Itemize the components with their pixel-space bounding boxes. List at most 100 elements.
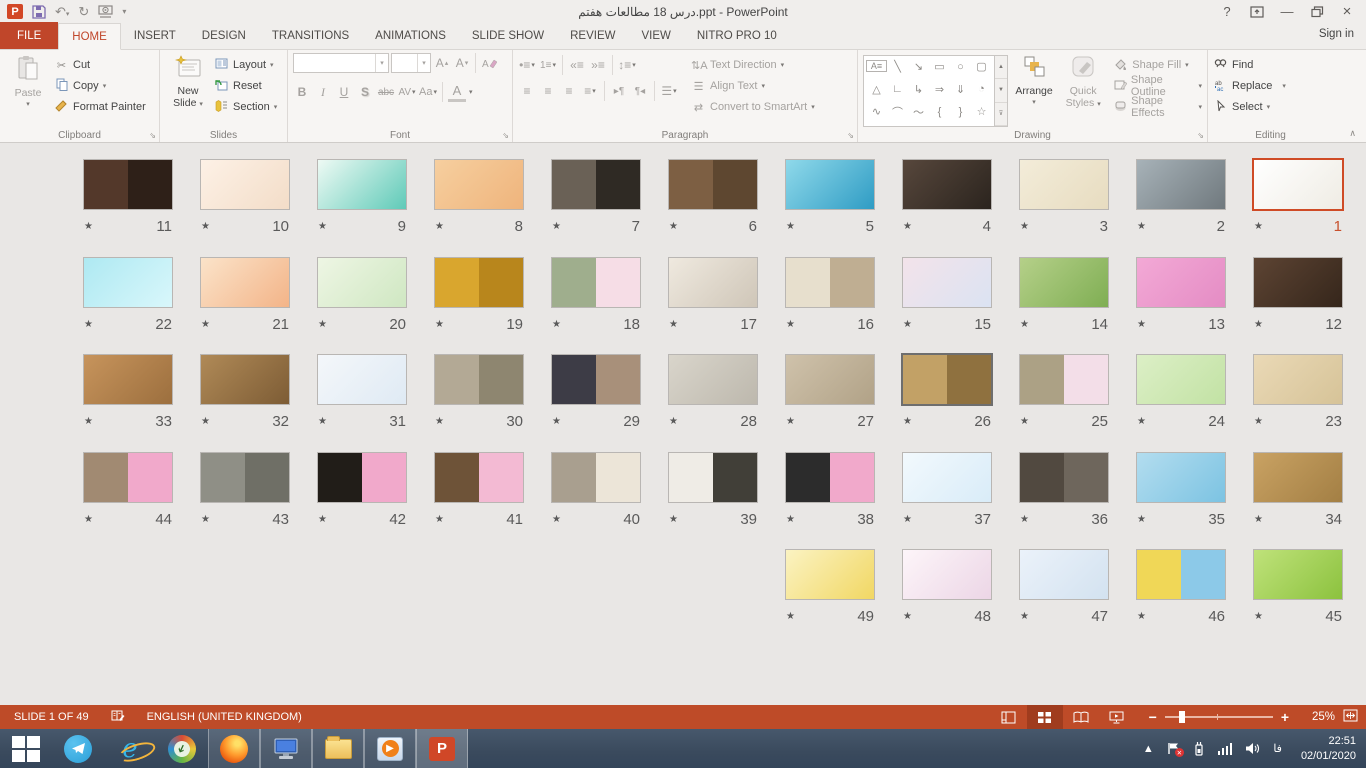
animation-star-icon[interactable]: ★ — [1020, 611, 1029, 622]
animation-star-icon[interactable]: ★ — [84, 221, 93, 232]
slide-thumbnail-2-stone-arch-ruins[interactable] — [1137, 160, 1225, 209]
animation-star-icon[interactable]: ★ — [1254, 514, 1263, 525]
animation-star-icon[interactable]: ★ — [903, 416, 912, 427]
animation-star-icon[interactable]: ★ — [318, 416, 327, 427]
slide-thumbnail-38-falcon-statue-pink[interactable] — [786, 453, 874, 502]
file-explorer-icon[interactable] — [312, 729, 364, 768]
font-size-combobox[interactable]: ▾ — [391, 53, 431, 73]
right-arrow-shape-icon[interactable]: ⇒ — [929, 80, 950, 99]
animation-star-icon[interactable]: ★ — [435, 514, 444, 525]
animation-star-icon[interactable]: ★ — [1020, 514, 1029, 525]
animation-star-icon[interactable]: ★ — [201, 416, 210, 427]
animation-star-icon[interactable]: ★ — [552, 221, 561, 232]
slide-sorter-view-button[interactable] — [1027, 705, 1063, 729]
format-painter-button[interactable]: Format Painter — [54, 98, 146, 116]
slide-thumbnail-20-mint-clay-tablets[interactable] — [318, 258, 406, 307]
action-center-flag-icon[interactable]: ✕ — [1167, 742, 1180, 755]
clear-formatting-button[interactable]: A — [480, 54, 498, 73]
slide-thumbnail-7-statue-photos-dark[interactable] — [552, 160, 640, 209]
animation-star-icon[interactable]: ★ — [318, 221, 327, 232]
slide-thumbnail-49-yellow-flowers-end[interactable] — [786, 550, 874, 599]
animation-star-icon[interactable]: ★ — [1020, 416, 1029, 427]
slide-thumbnail-46-middle-east-map[interactable] — [1137, 550, 1225, 599]
animation-star-icon[interactable]: ★ — [201, 319, 210, 330]
cut-button[interactable]: ✂ Cut — [54, 56, 146, 74]
bold-button[interactable]: B — [293, 83, 311, 102]
replace-button[interactable]: abac Replace ▾ — [1213, 77, 1286, 95]
animation-star-icon[interactable]: ★ — [669, 514, 678, 525]
slide-thumbnail-10-pastel-ovals-diagram[interactable] — [201, 160, 289, 209]
drawing-dialog-launcher[interactable]: ⇘ — [1197, 131, 1204, 140]
power-icon[interactable] — [1193, 742, 1205, 756]
language-indicator[interactable]: فا — [1273, 742, 1282, 755]
pie-shape-icon[interactable]: ◔ — [971, 80, 992, 99]
animation-star-icon[interactable]: ★ — [1254, 319, 1263, 330]
font-name-combobox[interactable]: ▾ — [293, 53, 389, 73]
slide-thumbnail-16-sand-artifact-photo[interactable] — [786, 258, 874, 307]
slide-thumbnail-40-mold-and-bronze-tool[interactable] — [552, 453, 640, 502]
animation-star-icon[interactable]: ★ — [786, 319, 795, 330]
start-slideshow-icon[interactable] — [98, 5, 113, 19]
italic-button[interactable]: I — [314, 83, 332, 102]
zoom-percentage[interactable]: 25% — [1297, 711, 1335, 723]
media-player-icon[interactable]: ▶ — [364, 729, 416, 768]
text-shadow-button[interactable]: S — [356, 83, 374, 102]
animation-star-icon[interactable]: ★ — [669, 221, 678, 232]
font-dialog-launcher[interactable]: ⇘ — [502, 131, 509, 140]
animation-star-icon[interactable]: ★ — [1254, 221, 1263, 232]
right-brace-shape-icon[interactable]: } — [950, 102, 971, 121]
curve-shape-icon[interactable]: ～ — [908, 102, 929, 121]
animation-star-icon[interactable]: ★ — [435, 221, 444, 232]
align-right-button[interactable]: ≡ — [560, 82, 578, 101]
clipboard-dialog-launcher[interactable]: ⇘ — [149, 131, 156, 140]
decrease-font-size-button[interactable]: A▾ — [453, 54, 471, 73]
slide-thumbnail-32-ziggurat-building[interactable] — [201, 355, 289, 404]
slide-thumbnail-42-dark-tablet-pink[interactable] — [318, 453, 406, 502]
increase-font-size-button[interactable]: A▴ — [433, 54, 451, 73]
right-to-left-button[interactable]: ¶◂ — [631, 82, 649, 101]
restore-button[interactable] — [1304, 2, 1330, 21]
animation-star-icon[interactable]: ★ — [903, 319, 912, 330]
animation-star-icon[interactable]: ★ — [84, 319, 93, 330]
animation-star-icon[interactable]: ★ — [552, 514, 561, 525]
text-box-shape-icon[interactable]: A≡ — [866, 60, 887, 72]
slide-thumbnail-1-flower-bouquet-title[interactable] — [1254, 160, 1342, 209]
slide-thumbnail-23-tan-thought-clouds[interactable] — [1254, 355, 1342, 404]
left-to-right-button[interactable]: ▸¶ — [610, 82, 628, 101]
tab-home[interactable]: HOME — [58, 23, 121, 50]
numbering-button[interactable]: 1≡▾ — [539, 56, 557, 75]
animation-star-icon[interactable]: ★ — [1137, 514, 1146, 525]
slide-thumbnail-12-dark-rock-carvings[interactable] — [1254, 258, 1342, 307]
decrease-indent-button[interactable]: «≡ — [568, 56, 586, 75]
slideshow-view-button[interactable] — [1099, 705, 1135, 729]
triangle-shape-icon[interactable]: △ — [866, 80, 887, 99]
strikethrough-button[interactable]: abc — [377, 83, 395, 102]
zoom-in-button[interactable]: + — [1281, 709, 1289, 725]
slide-thumbnail-44-excavation-pink-panel[interactable] — [84, 453, 172, 502]
align-text-button[interactable]: ☰ Align Text▾ — [691, 77, 815, 95]
slide-thumbnail-21-orange-pink-text[interactable] — [201, 258, 289, 307]
tab-view[interactable]: VIEW — [628, 22, 683, 49]
elbow-connector-icon[interactable]: ∟ — [887, 80, 908, 99]
arc-shape-icon[interactable]: ⌒ — [887, 102, 908, 121]
align-left-button[interactable]: ≡ — [518, 82, 536, 101]
animation-star-icon[interactable]: ★ — [552, 319, 561, 330]
slide-thumbnail-41-dirt-artifact-pink[interactable] — [435, 453, 523, 502]
elbow-arrow-connector-icon[interactable]: ↳ — [908, 80, 929, 99]
slide-thumbnail-8-peach-text-slide[interactable] — [435, 160, 523, 209]
slide-thumbnail-4-brick-arches-photo[interactable] — [903, 160, 991, 209]
underline-button[interactable]: U — [335, 83, 353, 102]
find-button[interactable]: Find — [1213, 56, 1286, 74]
line-spacing-button[interactable]: ↕≡▾ — [618, 56, 636, 75]
slide-thumbnail-47-blue-text-slide[interactable] — [1020, 550, 1108, 599]
reading-view-button[interactable] — [1063, 705, 1099, 729]
bullets-button[interactable]: •≡▾ — [518, 56, 536, 75]
paragraph-dialog-launcher[interactable]: ⇘ — [847, 131, 854, 140]
telegram-icon[interactable] — [52, 729, 104, 768]
animation-star-icon[interactable]: ★ — [1137, 221, 1146, 232]
shapes-gallery-scrollbar[interactable]: ▲ ▼ ⊽ — [995, 55, 1008, 127]
shape-effects-button[interactable]: Shape Effects▾ — [1113, 98, 1202, 116]
animation-star-icon[interactable]: ★ — [786, 221, 795, 232]
animation-star-icon[interactable]: ★ — [201, 221, 210, 232]
slide-thumbnail-17-pottery-jugs[interactable] — [669, 258, 757, 307]
